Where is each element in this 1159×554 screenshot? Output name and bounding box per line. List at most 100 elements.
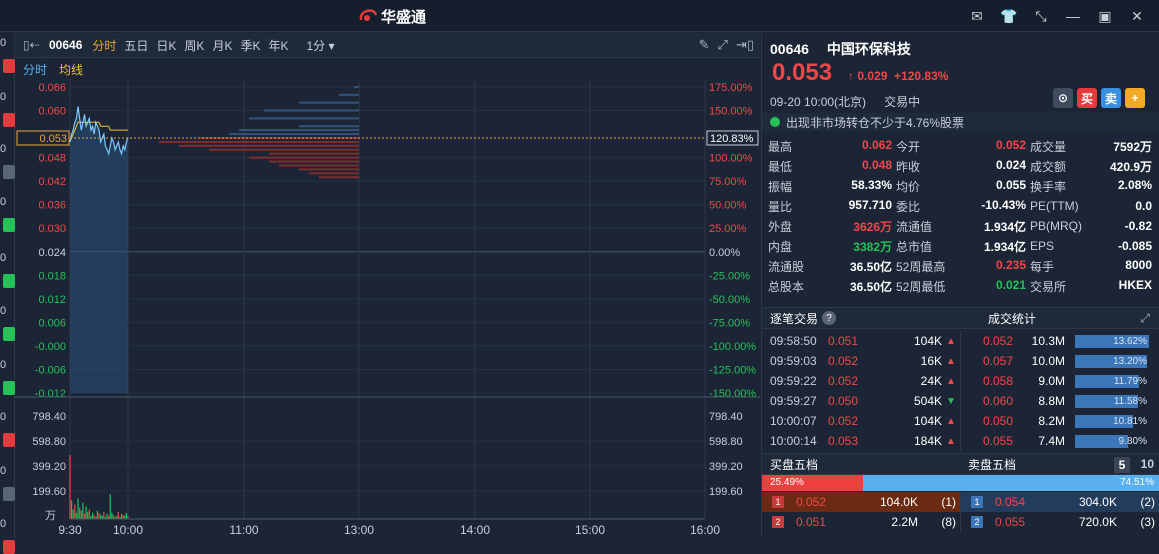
stat-label: 外盘	[768, 219, 793, 234]
legend-intraday[interactable]: 分时	[23, 61, 47, 78]
period-tab[interactable]: 分时	[92, 37, 116, 54]
mail-icon[interactable]: ✉	[963, 6, 991, 26]
fullscreen-icon[interactable]: ⤢	[718, 37, 728, 53]
dist-price: 0.052	[983, 334, 1014, 348]
period-tab[interactable]: 五日	[124, 37, 148, 54]
volume-profile-bar	[269, 152, 359, 155]
close-icon[interactable]: ✕	[1123, 6, 1151, 26]
arrow-up-icon: ▲	[946, 375, 956, 387]
dist-row: 0.060 8.8M 11.58%	[961, 391, 1159, 411]
expand-icon[interactable]: ⤢	[1140, 311, 1150, 326]
arrow-up-icon: ▲	[946, 335, 956, 347]
dist-price: 0.055	[983, 434, 1014, 448]
stat-cell: 流通值 1.934亿	[896, 218, 1026, 235]
watchlist-item[interactable]: 0	[0, 465, 15, 481]
bid-title: 买盘五档	[770, 457, 819, 472]
notice-bar[interactable]: 出现非市场转仓不少于4.76%股票	[762, 113, 1159, 131]
stat-label: 委比	[896, 199, 921, 214]
volume-profile-bar	[179, 144, 359, 147]
stat-value: 0.048	[861, 157, 892, 172]
dist-price: 0.058	[983, 374, 1014, 388]
period-tab[interactable]: 年K	[268, 37, 288, 54]
volume-profile-bar	[319, 176, 359, 179]
dist-bar: 11.58%	[1075, 394, 1149, 408]
trade-status: 交易中	[884, 95, 921, 109]
volume-profile-bar	[299, 101, 359, 104]
vol-tick-left: 598.80	[32, 436, 66, 448]
y-tick-left: 0.018	[38, 270, 66, 282]
bid-level[interactable]: 1 0.052 104.0K (1)	[762, 492, 960, 512]
x-tick: 16:00	[690, 523, 720, 537]
watchlist-item[interactable]: 0	[0, 91, 15, 107]
watchlist-strip[interactable]: 0 0 0 0 0 0 0 0 0 0	[0, 33, 15, 554]
period-tab[interactable]: 日K	[156, 37, 176, 54]
y-tick-left: 0.030	[38, 223, 66, 235]
period-tab[interactable]: 1分 ▾	[306, 37, 334, 54]
ask-ratio-bar: 74.51%	[863, 475, 1159, 491]
shrink-icon[interactable]: ⤡	[1027, 6, 1055, 26]
ask-level[interactable]: 2 0.055 720.0K (3)	[960, 512, 1159, 532]
trade-time: 09:59:03	[770, 354, 817, 368]
depth-5-button[interactable]: 5	[1114, 457, 1130, 473]
period-tab[interactable]: 月K	[212, 37, 232, 54]
watchlist-item[interactable]: 0	[0, 37, 15, 53]
y-tick-right: 0.00%	[709, 247, 740, 259]
x-tick: 13:00	[344, 523, 374, 537]
trade-time: 10:00:07	[770, 414, 817, 428]
orderbook-row: 2 0.051 2.2M (8) 2 0.055 720.0K (3)	[762, 512, 1159, 532]
watchlist-item[interactable]: 0	[0, 411, 15, 427]
ask-level[interactable]: 1 0.054 304.0K (2)	[960, 492, 1159, 512]
stats-row: 外盘 3626万 流通值 1.934亿 PB(MRQ) -0.82	[768, 216, 1154, 236]
stat-label: 52周最高	[896, 259, 946, 274]
ask-volume: 304.0K	[1078, 495, 1117, 509]
collapse-right-icon[interactable]: ⇥▯	[736, 37, 754, 53]
sell-button[interactable]: 卖	[1101, 88, 1121, 108]
stat-value: 2.08%	[1117, 177, 1152, 192]
legend-average[interactable]: 均线	[59, 61, 83, 78]
watchlist-item[interactable]: 0	[0, 518, 15, 534]
shirt-icon[interactable]: 👕	[995, 6, 1023, 26]
watchlist-item[interactable]: 0	[0, 143, 15, 159]
collapse-left-icon[interactable]: ▯⇠	[23, 38, 40, 52]
y-tick-right: 100.00%	[709, 153, 753, 165]
vol-tick-right: 399.20	[709, 461, 743, 473]
help-icon[interactable]: ?	[822, 311, 837, 325]
x-tick: 15:00	[575, 523, 605, 537]
intraday-chart[interactable]: 0.066 175.00% 0.060 150.00% 0.048 100.00% 0.04…	[15, 79, 760, 537]
dist-bar: 13.62%	[1075, 334, 1149, 348]
minimize-icon[interactable]: —	[1059, 6, 1087, 26]
dist-pct: 11.79%	[1113, 375, 1147, 387]
y-tick-left: 0.066	[38, 82, 66, 94]
volume-profile-bar	[309, 172, 359, 175]
watchlist-item[interactable]: 0	[0, 196, 15, 212]
arrow-down-icon: ▼	[946, 395, 956, 407]
dist-row: 0.052 10.3M 13.62%	[961, 331, 1159, 351]
stat-label: 成交额	[1030, 159, 1067, 174]
pen-icon[interactable]: ✎	[699, 37, 710, 53]
watchlist-item[interactable]: 0	[0, 252, 15, 268]
period-tab[interactable]: 周K	[184, 37, 204, 54]
bid-level[interactable]: 2 0.051 2.2M (8)	[762, 512, 960, 532]
watchlist-item[interactable]: 0	[0, 305, 15, 321]
buy-button[interactable]: 买	[1077, 88, 1097, 108]
trade-row: 10:00:14 0.053 184K ▲	[762, 431, 960, 451]
maximize-icon[interactable]: ▣	[1091, 6, 1119, 26]
trade-price: 0.052	[828, 374, 859, 388]
depth-10-button[interactable]: 10	[1141, 457, 1154, 471]
watchlist-item[interactable]: 0	[0, 359, 15, 375]
y-tick-right: -25.00%	[709, 270, 750, 282]
alert-button[interactable]: ⊙	[1053, 88, 1073, 108]
last-price: 0.053	[772, 59, 833, 86]
current-price-label: 0.053	[39, 133, 67, 145]
stat-label: 52周最低	[896, 279, 946, 294]
y-tick-right: -50.00%	[709, 294, 750, 306]
add-watchlist-button[interactable]: +	[1125, 88, 1145, 108]
stats-row: 总股本 36.50亿 52周最低 0.021 交易所 HKEX	[768, 276, 1154, 296]
trades-header: 逐笔交易 ? 成交统计 ⤢	[762, 307, 1159, 329]
trade-row: 09:58:50 0.051 104K ▲	[762, 331, 960, 351]
stat-cell: 成交量 7592万	[1030, 138, 1152, 155]
trade-volume: 16K	[920, 354, 942, 368]
vol-tick-left: 798.40	[32, 411, 66, 423]
arrow-up-icon: ▲	[946, 355, 956, 367]
period-tab[interactable]: 季K	[240, 37, 260, 54]
